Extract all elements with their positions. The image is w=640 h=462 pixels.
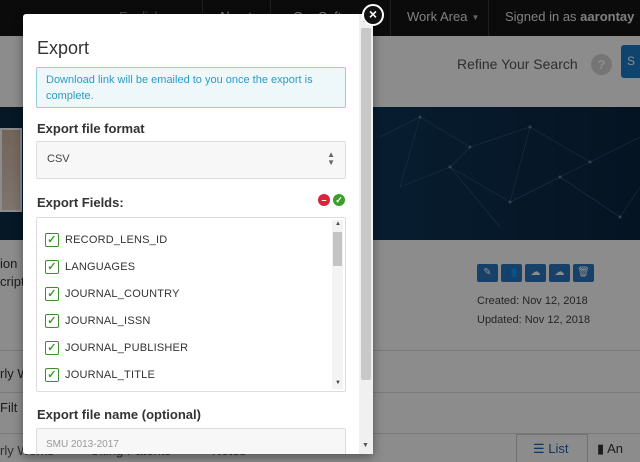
field-name: RECORD_LENS_ID bbox=[65, 234, 168, 246]
field-name: JOURNAL_COUNTRY bbox=[65, 288, 180, 300]
modal-scroll-thumb[interactable] bbox=[361, 28, 371, 380]
field-name: JOURNAL_ISSN bbox=[65, 315, 151, 327]
scroll-down-icon[interactable]: ▼ bbox=[362, 442, 369, 449]
info-alert: Download link will be emailed to you onc… bbox=[36, 67, 346, 108]
format-value: CSV bbox=[47, 153, 70, 165]
filename-input[interactable] bbox=[46, 439, 336, 450]
fields-label: Export Fields: bbox=[37, 195, 124, 210]
remove-all-icon[interactable]: – bbox=[318, 194, 330, 206]
export-modal: Export Download link will be emailed to … bbox=[23, 14, 373, 454]
checkbox[interactable]: ✓ bbox=[45, 314, 59, 328]
modal-title: Export bbox=[37, 38, 90, 58]
filename-field[interactable] bbox=[36, 428, 346, 454]
field-name: JOURNAL_TITLE bbox=[65, 369, 156, 381]
scroll-up-icon[interactable]: ▲ bbox=[335, 221, 341, 227]
list-item[interactable]: ✓ JOURNAL_PUBLISHER bbox=[45, 340, 188, 356]
scroll-down-icon[interactable]: ▼ bbox=[335, 380, 341, 386]
format-label: Export file format bbox=[37, 121, 145, 136]
checkbox[interactable]: ✓ bbox=[45, 260, 59, 274]
filename-label: Export file name (optional) bbox=[37, 407, 201, 422]
list-item[interactable]: ✓ JOURNAL_COUNTRY bbox=[45, 286, 180, 302]
select-arrows-icon: ▲ ▼ bbox=[327, 150, 335, 167]
list-item[interactable]: ✓ JOURNAL_ISSN bbox=[45, 313, 151, 329]
format-select[interactable]: CSV ▲ ▼ bbox=[36, 141, 346, 179]
list-item[interactable]: ✓ JOURNAL_TITLE bbox=[45, 367, 155, 383]
list-item[interactable]: ✓ RECORD_LENS_ID bbox=[45, 232, 167, 248]
field-name: LANGUAGES bbox=[65, 261, 136, 273]
field-name: JOURNAL_PUBLISHER bbox=[65, 342, 189, 354]
fields-list[interactable]: ✓ RECORD_LENS_ID ✓ LANGUAGES ✓ JOURNAL_C… bbox=[36, 217, 346, 392]
checkbox[interactable]: ✓ bbox=[45, 233, 59, 247]
close-icon[interactable]: × bbox=[362, 4, 384, 26]
checkbox[interactable]: ✓ bbox=[45, 287, 59, 301]
checkbox[interactable]: ✓ bbox=[45, 341, 59, 355]
list-item[interactable]: ✓ LANGUAGES bbox=[45, 259, 135, 275]
checkbox[interactable]: ✓ bbox=[45, 368, 59, 382]
select-all-icon[interactable]: ✓ bbox=[333, 194, 345, 206]
fields-scroll-thumb[interactable] bbox=[333, 232, 342, 266]
